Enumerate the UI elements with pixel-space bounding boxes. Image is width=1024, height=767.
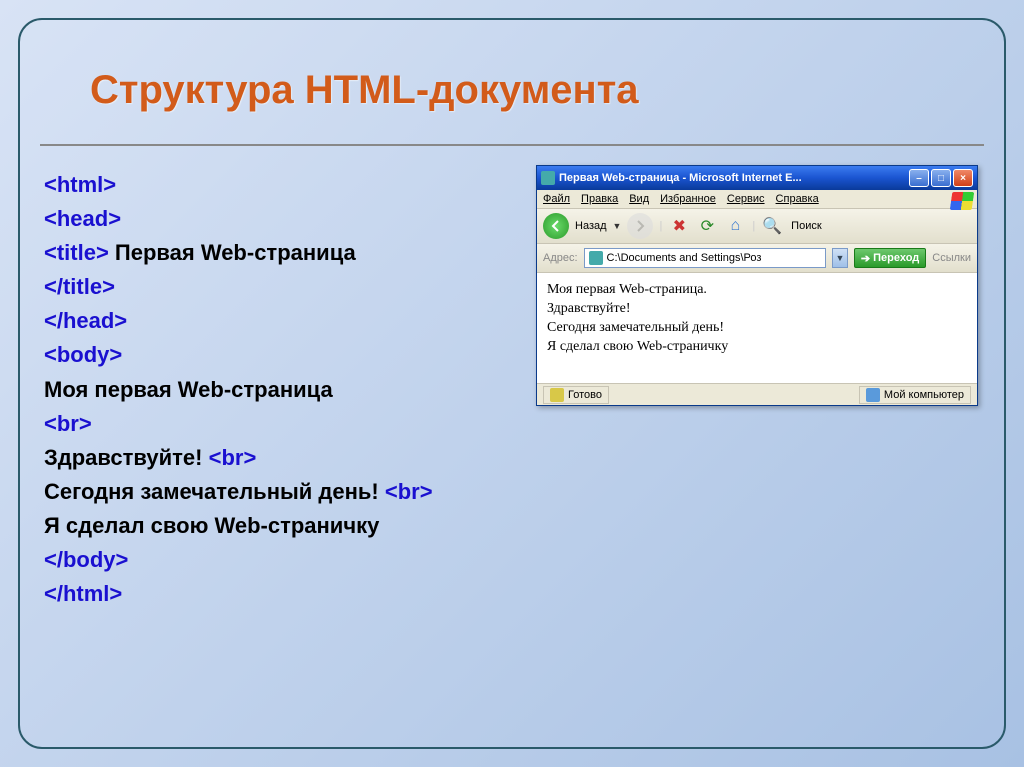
code-tag: <br> <box>385 479 433 504</box>
code-text: Здравствуйте! <box>44 445 209 470</box>
search-label: Поиск <box>791 220 821 232</box>
address-value: C:\Documents and Settings\Роз <box>607 252 762 264</box>
menu-file[interactable]: Файл <box>543 193 570 205</box>
menu-favorites[interactable]: Избранное <box>660 193 716 205</box>
menu-help[interactable]: Справка <box>776 193 819 205</box>
window-title: Первая Web-страница - Microsoft Internet… <box>559 172 909 184</box>
back-button[interactable] <box>543 213 569 239</box>
status-zone-label: Мой компьютер <box>884 389 964 401</box>
code-text: Я сделал свою Web-страничку <box>44 513 379 538</box>
go-arrow-icon: ➔ <box>861 252 870 265</box>
code-text: Моя первая Web-страница <box>44 377 333 402</box>
addressbar: Адрес: C:\Documents and Settings\Роз ▼ ➔… <box>537 244 977 273</box>
close-button[interactable]: × <box>953 169 973 187</box>
content-line: Сегодня замечательный день! <box>547 319 967 338</box>
slide-title: Структура HTML-документа <box>90 68 639 113</box>
content-line: Я сделал свою Web-страничку <box>547 338 967 357</box>
forward-button <box>627 213 653 239</box>
html-code-example: <html> <head> <title> Первая Web-страниц… <box>44 168 433 611</box>
status-ready-label: Готово <box>568 389 602 401</box>
minimize-button[interactable]: – <box>909 169 929 187</box>
page-icon <box>589 251 603 265</box>
browser-window: Первая Web-страница - Microsoft Internet… <box>536 165 978 406</box>
code-tag: <html> <box>44 172 116 197</box>
code-tag: </head> <box>44 308 127 333</box>
links-label[interactable]: Ссылки <box>932 252 971 264</box>
code-tag: </body> <box>44 547 128 572</box>
statusbar: Готово Мой компьютер <box>537 383 977 405</box>
stop-button[interactable]: ✖ <box>668 215 690 237</box>
back-label: Назад <box>575 220 607 232</box>
windows-flag-icon <box>950 192 975 210</box>
menu-edit[interactable]: Правка <box>581 193 618 205</box>
toolbar: Назад ▼ | ✖ ⟳ ⌂ | 🔍 Поиск <box>537 209 977 244</box>
code-tag: </html> <box>44 581 122 606</box>
menu-tools[interactable]: Сервис <box>727 193 765 205</box>
code-tag: <br> <box>44 411 92 436</box>
code-tag: <br> <box>209 445 257 470</box>
address-input[interactable]: C:\Documents and Settings\Роз <box>584 248 826 268</box>
search-icon[interactable]: 🔍 <box>761 215 783 237</box>
content-line: Здравствуйте! <box>547 300 967 319</box>
computer-icon <box>866 388 880 402</box>
maximize-button[interactable]: □ <box>931 169 951 187</box>
code-text: Сегодня замечательный день! <box>44 479 385 504</box>
code-tag: </title> <box>44 274 115 299</box>
menubar: Файл Правка Вид Избранное Сервис Справка <box>537 190 977 209</box>
code-tag: <title> <box>44 240 109 265</box>
back-dropdown-icon[interactable]: ▼ <box>613 221 622 231</box>
code-tag: <body> <box>44 342 122 367</box>
home-button[interactable]: ⌂ <box>724 215 746 237</box>
browser-titlebar[interactable]: Первая Web-страница - Microsoft Internet… <box>537 166 977 190</box>
address-dropdown-icon[interactable]: ▼ <box>832 248 848 268</box>
menu-view[interactable]: Вид <box>629 193 649 205</box>
content-line: Моя первая Web-страница. <box>547 281 967 300</box>
page-icon <box>550 388 564 402</box>
address-label: Адрес: <box>543 252 578 264</box>
ie-icon <box>541 171 555 185</box>
code-tag: <head> <box>44 206 121 231</box>
title-underline <box>40 144 984 146</box>
browser-content: Моя первая Web-страница. Здравствуйте! С… <box>537 273 977 383</box>
status-zone: Мой компьютер <box>859 386 971 404</box>
refresh-button[interactable]: ⟳ <box>696 215 718 237</box>
code-text: Первая Web-страница <box>109 240 356 265</box>
go-label: Переход <box>873 252 919 264</box>
go-button[interactable]: ➔ Переход <box>854 248 926 268</box>
status-ready: Готово <box>543 386 609 404</box>
